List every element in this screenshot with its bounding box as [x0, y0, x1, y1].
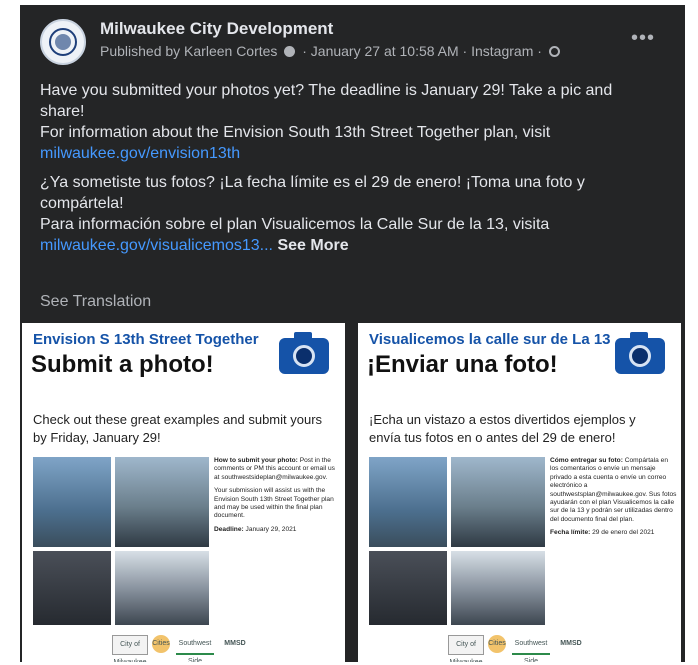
example-photo — [115, 551, 209, 625]
page-name[interactable]: Milwaukee City Development — [100, 19, 333, 39]
info-icon — [284, 46, 296, 57]
example-photo — [33, 457, 111, 547]
milwaukee-logo: City of Milwaukee — [112, 635, 148, 662]
card-title: Envision S 13th Street Together — [33, 331, 259, 348]
post-text-en-1: Have you submitted your photos yet? The … — [40, 82, 613, 120]
partner-logos: City of Milwaukee Cities Southwest Side … — [112, 635, 292, 662]
card-heading: Submit a photo! — [31, 351, 214, 378]
example-photo — [115, 457, 209, 547]
photo-collage — [33, 457, 209, 625]
cities-logo: Cities — [488, 635, 506, 653]
camera-icon — [279, 332, 329, 374]
example-photo — [451, 457, 545, 547]
partner-logos: City of Milwaukee Cities Southwest Side … — [448, 635, 628, 662]
envision-link[interactable]: milwaukee.gov/envision13th — [40, 145, 240, 162]
example-photo — [33, 551, 111, 625]
post-header: Milwaukee City Development Published by … — [20, 5, 685, 75]
southwest-logo: Southwest Side — [512, 635, 550, 662]
more-options-icon[interactable]: ••• — [631, 27, 655, 50]
card-instructions: Cómo entregar su foto: Compártala en los… — [550, 457, 677, 537]
post-meta: Published by Karleen Cortes · January 27… — [100, 43, 560, 59]
card-subtitle: ¡Echa un vistazo a estos divertidos ejem… — [369, 412, 636, 445]
facebook-post: Milwaukee City Development Published by … — [20, 5, 685, 662]
post-text-en-2: For information about the Envision South… — [40, 124, 551, 141]
post-timestamp[interactable]: January 27 at 10:58 AM — [311, 43, 459, 59]
card-title: Visualicemos la calle sur de La 13 — [369, 331, 611, 348]
published-by: Published by Karleen Cortes — [100, 43, 278, 59]
post-image-english[interactable]: Envision S 13th Street Together Submit a… — [22, 323, 345, 662]
mmsd-logo: MMSD — [224, 640, 246, 647]
see-more-button[interactable]: See More — [277, 237, 348, 254]
cities-logo: Cities — [152, 635, 170, 653]
example-photo — [451, 551, 545, 625]
see-translation-link[interactable]: See Translation — [40, 293, 151, 311]
post-image-spanish[interactable]: Visualicemos la calle sur de La 13 ¡Envi… — [358, 323, 681, 662]
card-instructions: How to submit your photo: Post in the co… — [214, 457, 335, 533]
post-body: Have you submitted your photos yet? The … — [40, 80, 660, 256]
globe-icon — [548, 46, 560, 57]
post-text-es-1: ¿Ya sometiste tus fotos? ¡La fecha límit… — [40, 174, 585, 212]
card-heading: ¡Enviar una foto! — [367, 351, 558, 378]
milwaukee-logo: City of Milwaukee — [448, 635, 484, 662]
visualicemos-link[interactable]: milwaukee.gov/visualicemos13... — [40, 237, 273, 254]
post-text-es-2: Para información sobre el plan Visualice… — [40, 216, 550, 233]
southwest-logo: Southwest Side — [176, 635, 214, 662]
post-source: Instagram — [471, 43, 534, 59]
example-photo — [369, 457, 447, 547]
card-subtitle: Check out these great examples and submi… — [33, 412, 323, 445]
mmsd-logo: MMSD — [560, 640, 582, 647]
page-avatar[interactable] — [40, 19, 86, 65]
example-photo — [369, 551, 447, 625]
camera-icon — [615, 332, 665, 374]
photo-collage — [369, 457, 545, 625]
